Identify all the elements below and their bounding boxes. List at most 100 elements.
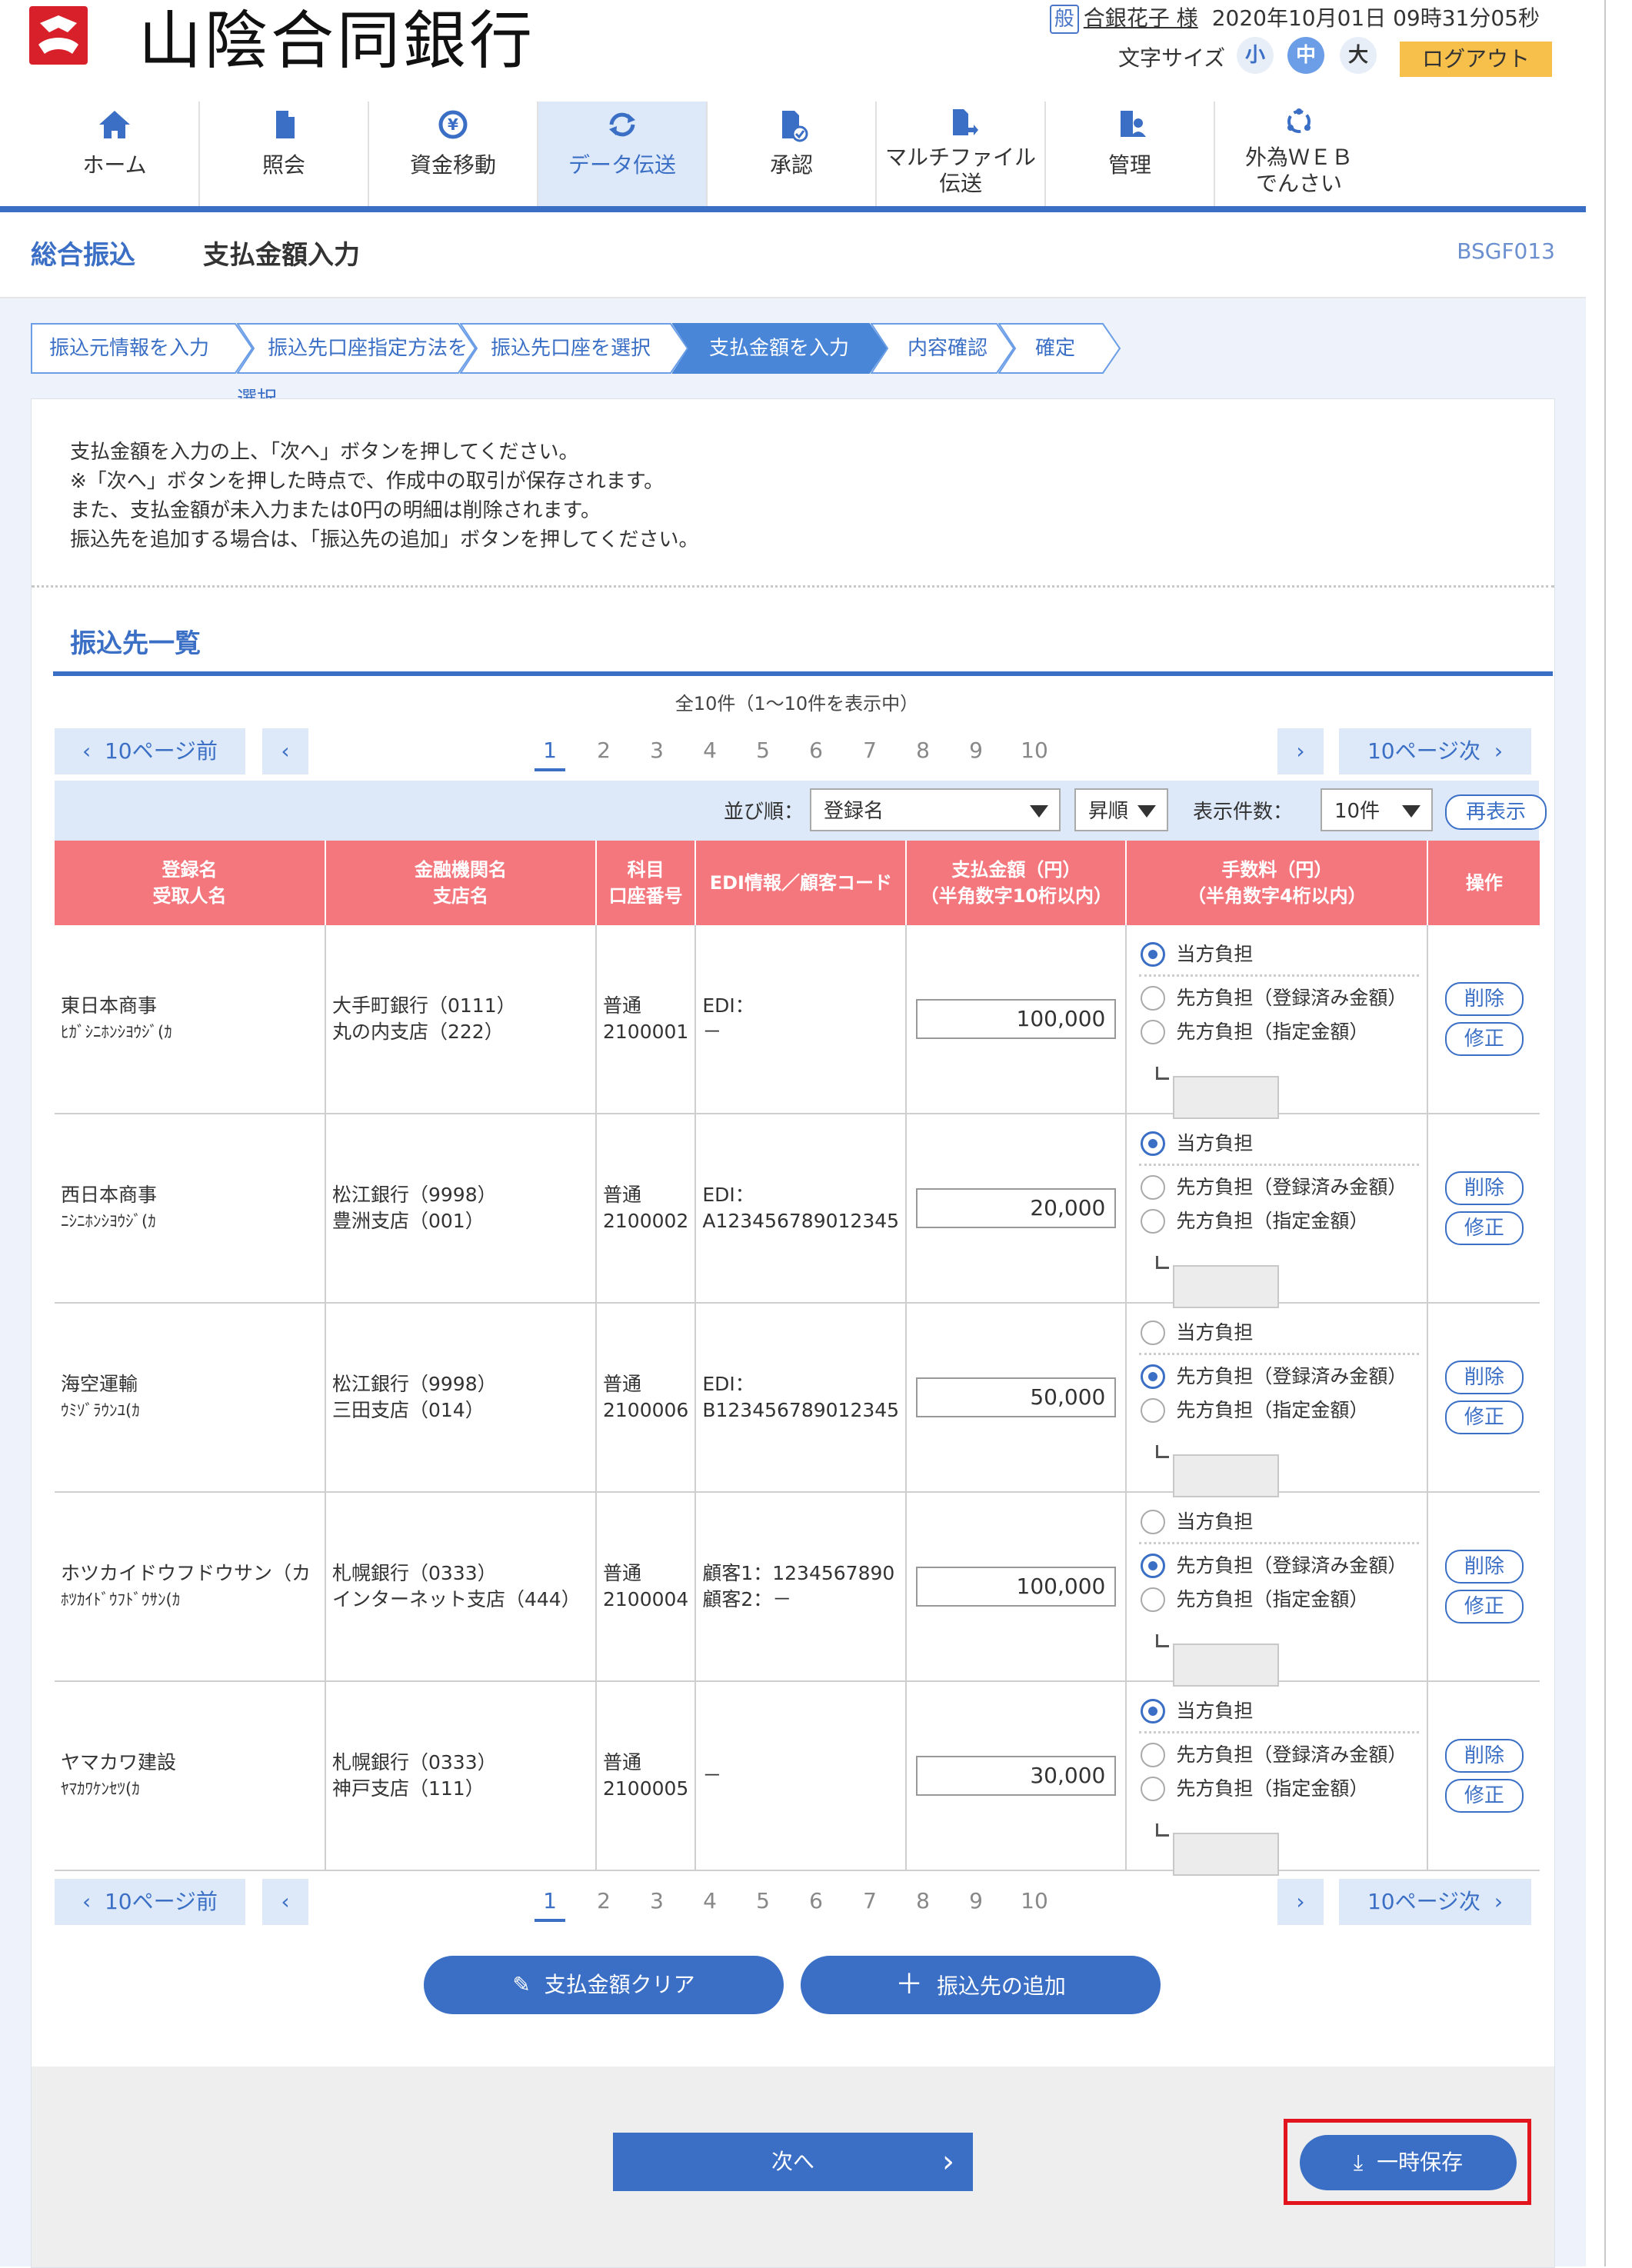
scrollbar-track[interactable]: [1604, 0, 1606, 2266]
prev-page-button[interactable]: ‹: [262, 728, 308, 774]
next-page-button[interactable]: ›: [1277, 1879, 1324, 1925]
amount-input[interactable]: 100,000: [916, 1567, 1117, 1607]
page-link-8[interactable]: 8: [908, 1883, 938, 1919]
next-10-pages-button[interactable]: 10ページ次 ›: [1339, 1879, 1531, 1925]
delete-button[interactable]: 削除: [1444, 1550, 1524, 1584]
amount-input[interactable]: 20,000: [916, 1188, 1117, 1228]
page-link-1[interactable]: 1: [535, 1883, 565, 1922]
page-link-4[interactable]: 4: [694, 1883, 725, 1919]
page-size-select[interactable]: 10件: [1321, 788, 1433, 831]
radio-button[interactable]: [1141, 1699, 1166, 1723]
temp-save-button[interactable]: ⤓ 一時保存: [1300, 2135, 1517, 2190]
next-10-pages-button[interactable]: 10ページ次 ›: [1339, 728, 1531, 774]
fee-option-ours[interactable]: 当方負担: [1133, 1127, 1425, 1161]
fee-option-specified[interactable]: 先方負担（指定金額）: [1133, 1394, 1425, 1427]
fee-amount-input[interactable]: [1173, 1644, 1280, 1687]
nav-inquiry[interactable]: 照会: [200, 102, 368, 206]
add-payee-button[interactable]: ＋ 振込先の追加: [801, 1956, 1161, 2014]
page-link-8[interactable]: 8: [908, 733, 938, 768]
fee-amount-input[interactable]: [1173, 1076, 1280, 1119]
page-link-6[interactable]: 6: [801, 733, 831, 768]
radio-button[interactable]: [1141, 1209, 1166, 1234]
next-page-button[interactable]: ›: [1277, 728, 1324, 774]
prev-10-pages-button[interactable]: ‹ 10ページ前: [55, 728, 245, 774]
fee-option-specified[interactable]: 先方負担（指定金額）: [1133, 1204, 1425, 1238]
delete-button[interactable]: 削除: [1444, 982, 1524, 1016]
radio-button[interactable]: [1141, 1131, 1166, 1156]
page-link-3[interactable]: 3: [641, 733, 672, 768]
fee-option-registered[interactable]: 先方負担（登録済み金額）: [1133, 1738, 1425, 1772]
edit-button[interactable]: 修正: [1444, 1779, 1524, 1813]
fee-option-specified[interactable]: 先方負担（指定金額）: [1133, 1015, 1425, 1049]
page-link-5[interactable]: 5: [748, 733, 778, 768]
fee-option-ours[interactable]: 当方負担: [1133, 938, 1425, 971]
logout-button[interactable]: ログアウト: [1400, 42, 1552, 77]
prev-10-pages-button[interactable]: ‹ 10ページ前: [55, 1879, 245, 1925]
fee-option-specified[interactable]: 先方負担（指定金額）: [1133, 1772, 1425, 1806]
delete-button[interactable]: 削除: [1444, 1171, 1524, 1205]
edit-button[interactable]: 修正: [1444, 1211, 1524, 1245]
fee-amount-input[interactable]: [1173, 1265, 1280, 1308]
font-size-small-button[interactable]: 小: [1237, 37, 1274, 74]
radio-button[interactable]: [1141, 1321, 1166, 1345]
edit-button[interactable]: 修正: [1444, 1400, 1524, 1434]
page-link-10[interactable]: 10: [1013, 1883, 1056, 1919]
radio-button[interactable]: [1141, 942, 1166, 967]
nav-foreign-exchange[interactable]: 外為ＷＥＢ でんさい: [1215, 102, 1383, 206]
nav-management[interactable]: 管理: [1046, 102, 1214, 206]
page-link-7[interactable]: 7: [854, 1883, 885, 1919]
edit-button[interactable]: 修正: [1444, 1590, 1524, 1624]
radio-button[interactable]: [1141, 986, 1166, 1011]
fee-option-ours[interactable]: 当方負担: [1133, 1316, 1425, 1350]
user-name-link[interactable]: 合銀花子 様: [1084, 5, 1198, 31]
page-link-9[interactable]: 9: [961, 733, 991, 768]
nav-multi-file[interactable]: マルチファイル 伝送: [877, 102, 1044, 206]
page-link-6[interactable]: 6: [801, 1883, 831, 1919]
radio-button[interactable]: [1141, 1398, 1166, 1423]
clear-amount-button[interactable]: ✎ 支払金額クリア: [424, 1956, 784, 2014]
nav-data-transmission[interactable]: データ伝送: [538, 102, 706, 206]
delete-button[interactable]: 削除: [1444, 1360, 1524, 1394]
fee-option-registered[interactable]: 先方負担（登録済み金額）: [1133, 1360, 1425, 1394]
page-link-10[interactable]: 10: [1013, 733, 1056, 768]
fee-option-registered[interactable]: 先方負担（登録済み金額）: [1133, 1549, 1425, 1583]
fee-amount-input[interactable]: [1173, 1454, 1280, 1497]
page-link-3[interactable]: 3: [641, 1883, 672, 1919]
delete-button[interactable]: 削除: [1444, 1739, 1524, 1773]
redisplay-button[interactable]: 再表示: [1445, 794, 1547, 830]
radio-button[interactable]: [1141, 1175, 1166, 1200]
radio-button[interactable]: [1141, 1587, 1166, 1612]
radio-button[interactable]: [1141, 1510, 1166, 1534]
nav-approval[interactable]: 承認: [708, 102, 875, 206]
nav-home[interactable]: ホーム: [31, 102, 198, 206]
amount-input[interactable]: 50,000: [916, 1377, 1117, 1417]
radio-button[interactable]: [1141, 1777, 1166, 1801]
fee-option-specified[interactable]: 先方負担（指定金額）: [1133, 1583, 1425, 1617]
prev-page-button[interactable]: ‹: [262, 1879, 308, 1925]
amount-input[interactable]: 100,000: [916, 999, 1117, 1039]
radio-button[interactable]: [1141, 1554, 1166, 1578]
font-size-large-button[interactable]: 大: [1340, 37, 1377, 74]
page-link-1[interactable]: 1: [535, 733, 565, 771]
page-link-9[interactable]: 9: [961, 1883, 991, 1919]
fee-option-registered[interactable]: 先方負担（登録済み金額）: [1133, 981, 1425, 1015]
radio-button[interactable]: [1141, 1364, 1166, 1389]
font-size-medium-button[interactable]: 中: [1287, 37, 1324, 74]
page-link-5[interactable]: 5: [748, 1883, 778, 1919]
edit-button[interactable]: 修正: [1444, 1022, 1524, 1056]
fee-amount-input[interactable]: [1173, 1833, 1280, 1876]
page-link-4[interactable]: 4: [694, 733, 725, 768]
nav-funds-transfer[interactable]: ¥ 資金移動: [369, 102, 537, 206]
amount-input[interactable]: 30,000: [916, 1756, 1117, 1796]
fee-option-ours[interactable]: 当方負担: [1133, 1505, 1425, 1539]
radio-button[interactable]: [1141, 1020, 1166, 1044]
fee-option-ours[interactable]: 当方負担: [1133, 1694, 1425, 1728]
page-link-2[interactable]: 2: [588, 1883, 619, 1919]
fee-option-registered[interactable]: 先方負担（登録済み金額）: [1133, 1171, 1425, 1204]
page-link-7[interactable]: 7: [854, 733, 885, 768]
sort-key-select[interactable]: 登録名: [810, 788, 1061, 831]
sort-direction-select[interactable]: 昇順: [1074, 788, 1168, 831]
radio-button[interactable]: [1141, 1743, 1166, 1767]
next-button[interactable]: 次へ ›: [613, 2133, 973, 2191]
page-link-2[interactable]: 2: [588, 733, 619, 768]
